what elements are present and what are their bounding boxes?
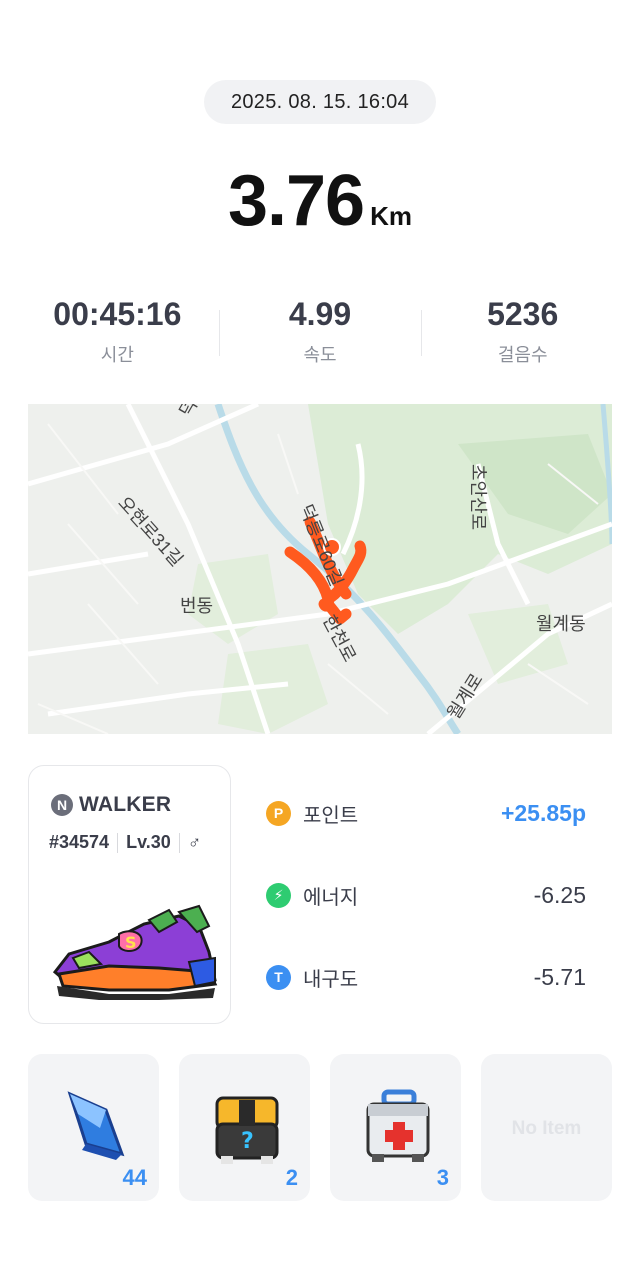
- no-item-label: No Item: [511, 1118, 582, 1139]
- sneaker-meta: #34574 Lv.30 ♂: [49, 832, 201, 853]
- distance-display: 3.76 Km: [0, 160, 640, 242]
- divider: [117, 832, 119, 853]
- item-count: 44: [122, 1165, 147, 1190]
- item-slots: 44 ? 2 3 No Item: [28, 1054, 612, 1201]
- stat-label: 걸음수: [497, 345, 548, 365]
- map-label: 번동: [180, 596, 214, 616]
- distance-unit: Km: [370, 201, 413, 231]
- reward-label: 에너지: [303, 886, 359, 909]
- sneaker-id: #34574: [49, 832, 110, 852]
- item-count: 3: [436, 1165, 449, 1190]
- sneaker-level: Lv.30: [126, 832, 171, 852]
- brand-name: WALKER: [79, 793, 172, 816]
- stat-label: 시간: [100, 345, 134, 365]
- item-slot-repair-kit[interactable]: 3: [330, 1054, 461, 1201]
- walker-logo-icon: N: [51, 794, 73, 816]
- reward-value: -6.25: [533, 881, 586, 908]
- divider: [178, 832, 180, 853]
- reward-durability: T 내구도 -5.71: [266, 950, 586, 1004]
- item-slot-empty[interactable]: No Item: [481, 1054, 612, 1201]
- reward-label: 포인트: [303, 804, 359, 827]
- map-label: 월계동: [536, 614, 586, 634]
- map-label: 초안산로: [468, 464, 488, 531]
- stat-speed: 4.99 속도: [218, 296, 422, 367]
- durability-icon: T: [266, 964, 291, 990]
- energy-icon: ⚡: [266, 882, 291, 908]
- sneaker-image-icon: S: [52, 904, 218, 1000]
- distance-value: 3.76: [227, 161, 365, 241]
- gender-icon: ♂: [187, 832, 202, 852]
- stats-row: 00:45:16 시간 4.99 속도 5236 걸음수: [16, 296, 624, 367]
- mystery-box-icon: ?: [215, 1096, 279, 1164]
- rewards-list: P 포인트 +25.85p ⚡ 에너지 -6.25 T 내구도 -5.71: [266, 786, 586, 1032]
- reward-label: 내구도: [303, 968, 359, 991]
- stat-steps: 5236 걸음수: [421, 296, 624, 367]
- item-slot-mystery-box[interactable]: ? 2: [179, 1054, 310, 1201]
- point-icon: P: [266, 800, 291, 826]
- item-count: 2: [285, 1165, 298, 1190]
- stat-value: 5236: [487, 296, 559, 332]
- reward-value: -5.71: [533, 963, 586, 990]
- reward-point: P 포인트 +25.85p: [266, 786, 586, 840]
- sneaker-card[interactable]: N WALKER #34574 Lv.30 ♂ S: [28, 765, 231, 1024]
- reward-value: +25.85p: [500, 799, 586, 826]
- sneaker-brand: N WALKER: [51, 793, 171, 817]
- stat-value: 00:45:16: [53, 296, 182, 332]
- blue-crystal-icon: [67, 1091, 125, 1160]
- reward-energy: ⚡ 에너지 -6.25: [266, 868, 586, 922]
- stat-value: 4.99: [288, 296, 352, 332]
- route-map[interactable]: 오현로31길 번동 덕릉로60길 한천로 초안산로 월계동 월계로 덕: [28, 404, 612, 734]
- svg-text:S: S: [125, 933, 137, 952]
- date-time-pill: 2025. 08. 15. 16:04: [204, 80, 436, 124]
- svg-text:?: ?: [241, 1129, 254, 1154]
- item-slot-crystal[interactable]: 44: [28, 1054, 159, 1201]
- stat-time: 00:45:16 시간: [16, 296, 219, 367]
- repair-kit-icon: [366, 1089, 430, 1162]
- stat-label: 속도: [303, 345, 337, 365]
